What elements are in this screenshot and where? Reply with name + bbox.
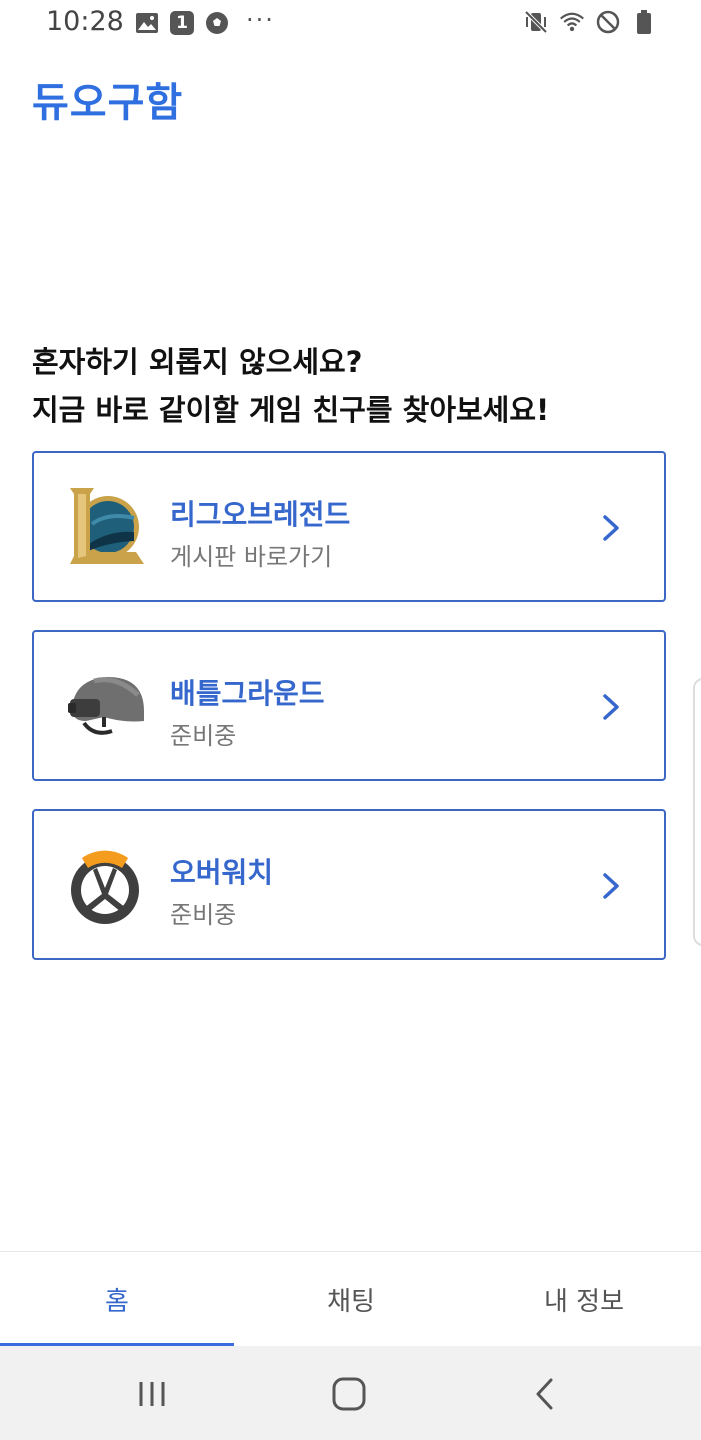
- card-title: 오버워치: [170, 856, 274, 889]
- soccer-ball-icon: [204, 10, 230, 36]
- headline: 혼자하기 외롭지 않으세요? 지금 바로 같이할 게임 친구를 찾아보세요!: [32, 338, 549, 434]
- chevron-right-icon: [598, 871, 624, 901]
- status-time: 10:28: [46, 6, 124, 37]
- card-title: 리그오브레전드: [170, 498, 351, 531]
- card-subtitle: 게시판 바로가기: [170, 543, 333, 571]
- edge-panel-handle[interactable]: [693, 678, 701, 946]
- league-of-legends-icon: [64, 486, 146, 568]
- tab-my-info[interactable]: 내 정보: [467, 1252, 701, 1347]
- game-card-pubg[interactable]: 배틀그라운드 준비중: [32, 630, 666, 781]
- status-right-icons: [523, 9, 657, 35]
- battery-icon: [631, 9, 657, 35]
- do-not-disturb-icon: [595, 9, 621, 35]
- back-icon[interactable]: [526, 1374, 566, 1414]
- chevron-right-icon: [598, 513, 624, 543]
- chevron-right-icon: [598, 692, 624, 722]
- card-subtitle: 준비중: [170, 901, 237, 929]
- app-title: 듀오구함: [32, 80, 184, 126]
- home-icon[interactable]: [329, 1374, 369, 1414]
- headline-line-1: 혼자하기 외롭지 않으세요?: [32, 345, 363, 379]
- bottom-navigation: 홈 채팅 내 정보: [0, 1251, 701, 1347]
- recent-apps-icon[interactable]: [132, 1374, 172, 1414]
- mute-vibrate-icon: [523, 9, 549, 35]
- card-title: 배틀그라운드: [170, 677, 325, 710]
- status-bar: 10:28 1 ···: [0, 0, 701, 48]
- card-subtitle: 준비중: [170, 722, 237, 750]
- headline-line-2: 지금 바로 같이할 게임 친구를 찾아보세요!: [32, 393, 550, 427]
- pubg-helmet-icon: [64, 665, 146, 747]
- wifi-icon: [559, 9, 585, 35]
- tab-home[interactable]: 홈: [0, 1252, 234, 1347]
- tab-chat[interactable]: 채팅: [234, 1252, 468, 1347]
- gallery-icon: [134, 10, 160, 36]
- game-card-overwatch[interactable]: 오버워치 준비중: [32, 809, 666, 960]
- notification-1-icon: 1: [170, 11, 194, 35]
- overwatch-icon: [64, 844, 146, 926]
- status-left-icons: 1 ···: [134, 6, 275, 36]
- game-card-lol[interactable]: 리그오브레전드 게시판 바로가기: [32, 451, 666, 602]
- system-navigation-bar: [0, 1346, 701, 1440]
- more-dots-icon: ···: [246, 6, 275, 34]
